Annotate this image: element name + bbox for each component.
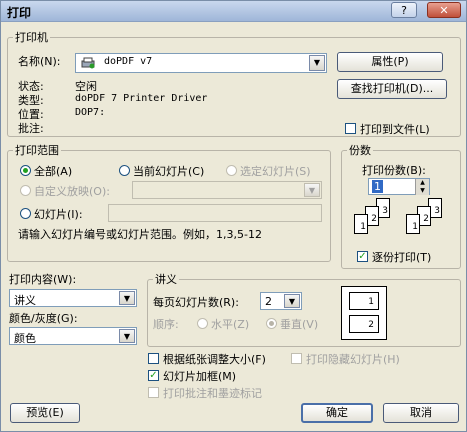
color-label: 颜色/灰度(G): <box>9 312 78 325</box>
range-current-radio[interactable] <box>119 165 130 176</box>
print-comments-checkbox[interactable] <box>148 387 159 398</box>
range-all-radio[interactable] <box>20 165 31 176</box>
print-what-select[interactable]: 讲义 ▼ <box>9 289 137 307</box>
range-group-label: 打印范围 <box>13 142 61 158</box>
range-slides-label: 幻灯片(I): <box>34 208 83 221</box>
scale-to-fit-checkbox[interactable] <box>148 353 159 364</box>
chevron-down-icon: ▼ <box>304 183 320 197</box>
print-to-file-checkbox[interactable] <box>345 123 356 134</box>
per-page-label: 每页幻灯片数(R): <box>153 296 239 309</box>
print-to-file-label: 打印到文件(L) <box>360 123 430 136</box>
collate-label: 逐份打印(T) <box>372 251 432 264</box>
range-hint: 请输入幻灯片编号或幻灯片范围。例如，1,3,5-12 <box>18 228 262 241</box>
per-page-select[interactable]: 2 ▼ <box>260 292 302 310</box>
print-hidden-checkbox[interactable] <box>291 353 302 364</box>
copies-group-label: 份数 <box>347 142 373 158</box>
handouts-group-label: 讲义 <box>153 271 179 287</box>
frame-slides-checkbox[interactable]: ✓ <box>148 370 159 381</box>
ok-button[interactable]: 确定 <box>301 403 373 423</box>
order-vertical-radio[interactable] <box>266 318 277 329</box>
printer-icon <box>81 57 95 69</box>
printer-group-label: 打印机 <box>13 29 50 45</box>
range-custom-radio[interactable] <box>20 185 31 196</box>
cancel-button[interactable]: 取消 <box>383 403 459 423</box>
per-page-value: 2 <box>265 295 272 308</box>
slides-input[interactable] <box>108 204 322 222</box>
where-value: DOP7: <box>75 107 106 118</box>
range-all-label: 全部(A) <box>34 165 73 178</box>
order-horizontal-label: 水平(Z) <box>211 318 250 331</box>
order-label: 顺序: <box>153 318 179 331</box>
frame-slides-label: 幻灯片加框(M) <box>163 370 237 383</box>
find-printer-button[interactable]: 查找打印机(D)... <box>337 79 447 99</box>
printer-name-label: 名称(N): <box>18 55 61 68</box>
chevron-down-icon: ▼ <box>309 55 325 71</box>
properties-button[interactable]: 属性(P) <box>337 52 443 72</box>
range-selection-radio[interactable] <box>226 165 237 176</box>
preview-button[interactable]: 预览(E) <box>10 403 80 423</box>
range-selection-label: 选定幻灯片(S) <box>240 165 311 178</box>
print-hidden-label: 打印隐藏幻灯片(H) <box>306 353 400 366</box>
chevron-down-icon: ▼ <box>119 329 135 343</box>
printer-name-select[interactable]: doPDF v7 ▼ <box>75 53 327 73</box>
order-horizontal-radio[interactable] <box>197 318 208 329</box>
range-slides-radio[interactable] <box>20 208 31 219</box>
order-vertical-label: 垂直(V) <box>280 318 319 331</box>
print-what-value: 讲义 <box>14 294 36 307</box>
title-bar: 打印 ? ✕ <box>1 1 466 22</box>
range-current-label: 当前幻灯片(C) <box>133 165 205 178</box>
status-value: 空闲 <box>75 80 97 93</box>
handout-preview: 1 2 <box>341 286 387 340</box>
collate-illustration: 3 2 1 3 2 1 <box>354 198 454 244</box>
scale-to-fit-label: 根据纸张调整大小(F) <box>163 353 266 366</box>
printer-name-value: doPDF v7 <box>104 56 153 67</box>
spin-down-icon[interactable]: ▼ <box>415 187 429 195</box>
color-value: 颜色 <box>14 332 36 345</box>
window-title: 打印 <box>7 6 32 20</box>
custom-show-select[interactable]: ▼ <box>132 181 322 199</box>
handouts-group <box>147 279 461 347</box>
print-dialog: 打印 ? ✕ 打印机 名称(N): doPDF v7 ▼ 属性(P) 状态: 空… <box>0 0 467 432</box>
help-icon[interactable]: ? <box>391 2 417 18</box>
type-value: doPDF 7 Printer Driver <box>75 93 208 104</box>
chevron-down-icon: ▼ <box>119 291 135 305</box>
spin-up-icon[interactable]: ▲ <box>415 179 429 187</box>
close-icon[interactable]: ✕ <box>427 2 461 18</box>
print-comments-label: 打印批注和墨迹标记 <box>163 387 262 400</box>
print-what-label: 打印内容(W): <box>9 273 77 286</box>
copies-count-value: 1 <box>372 180 383 193</box>
copies-count-spinner[interactable]: 1 ▲ ▼ <box>368 178 430 195</box>
comment-label: 批注: <box>18 122 44 135</box>
range-custom-label: 自定义放映(O): <box>34 185 110 198</box>
copies-count-label: 打印份数(B): <box>362 164 426 177</box>
color-select[interactable]: 颜色 ▼ <box>9 327 137 345</box>
chevron-down-icon: ▼ <box>284 294 300 308</box>
collate-checkbox[interactable]: ✓ <box>357 251 368 262</box>
